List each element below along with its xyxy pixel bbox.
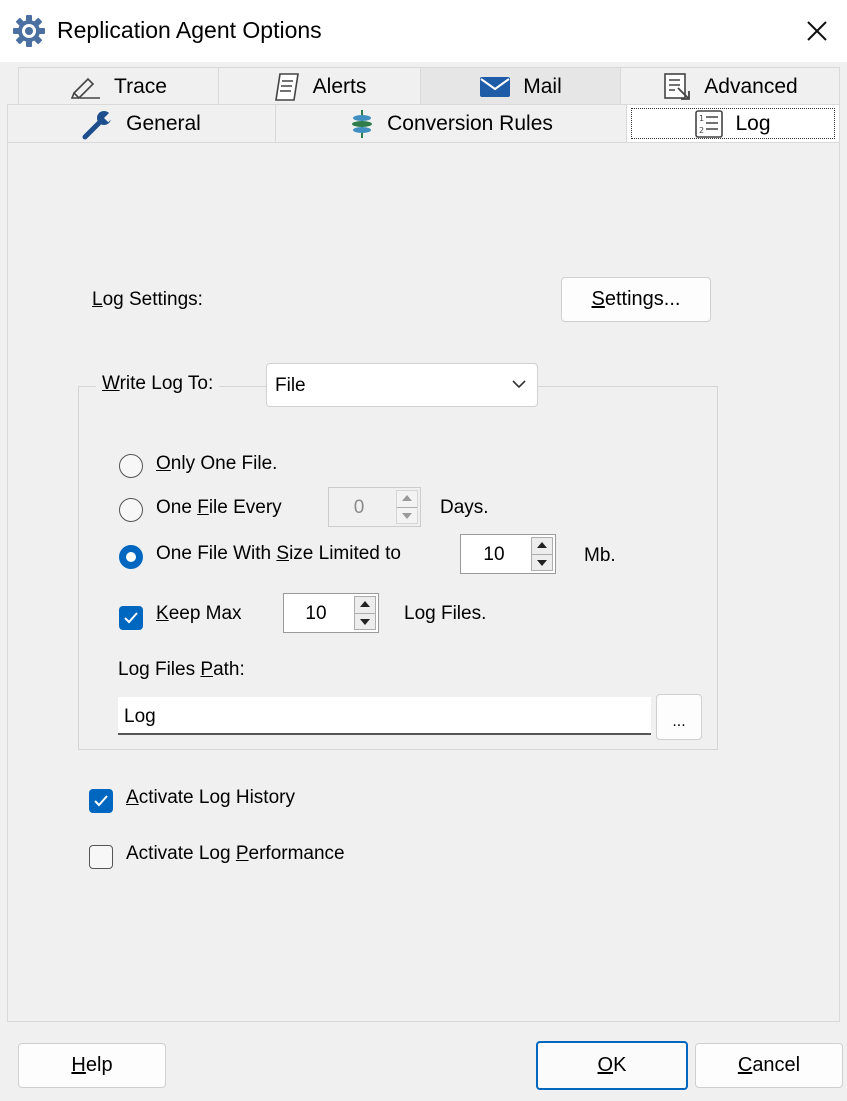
checkmark-icon — [124, 612, 138, 624]
tab-general-label: General — [126, 111, 201, 135]
days-unit-label: Days. — [440, 497, 489, 518]
tab-general[interactable]: General — [7, 104, 275, 142]
help-button[interactable]: Help — [18, 1043, 166, 1088]
log-files-path-label: Log Files Path: — [118, 659, 245, 680]
tab-alerts[interactable]: Alerts — [218, 67, 420, 105]
keep-max-spinner-arrows[interactable] — [354, 596, 376, 630]
size-unit-label: Mb. — [584, 545, 616, 566]
settings-button-label: Settings... — [591, 288, 681, 310]
gear-icon — [13, 15, 45, 47]
cancel-button-label: Cancel — [737, 1054, 801, 1076]
wrench-icon — [82, 110, 115, 139]
tab-focus-indicator — [631, 108, 835, 139]
size-limit-spinner[interactable]: 10 — [460, 534, 556, 574]
keep-max-label: Keep Max — [156, 603, 242, 624]
tab-mail-label: Mail — [523, 74, 562, 98]
one-file-every-radio[interactable] — [119, 498, 143, 522]
days-spinner-value: 0 — [353, 497, 365, 518]
only-one-file-label: Only One File. — [156, 453, 278, 474]
activate-log-performance-checkbox[interactable] — [89, 845, 113, 869]
size-limit-value: 10 — [483, 544, 505, 565]
size-limit-spinner-arrows[interactable] — [531, 537, 553, 571]
tab-conversion-rules[interactable]: Conversion Rules — [275, 104, 626, 142]
write-log-to-label: Write Log To: — [96, 373, 220, 395]
pen-icon — [70, 77, 101, 99]
size-limited-label: One File With Size Limited to — [156, 543, 402, 564]
tab-advanced-label: Advanced — [704, 74, 798, 98]
tab-row-bottom: General Conversion Rules 1 2 Log — [7, 104, 840, 142]
write-log-to-value: File — [275, 375, 306, 396]
chevron-down-icon — [512, 380, 526, 389]
tab-row-top: Trace Alerts Mail Advanced — [18, 67, 840, 105]
checkmark-icon — [94, 795, 108, 807]
days-spinner[interactable]: 0 — [328, 487, 421, 527]
tab-conversion-rules-label: Conversion Rules — [387, 111, 553, 135]
help-button-label: Help — [71, 1054, 113, 1076]
tab-alerts-label: Alerts — [312, 74, 367, 98]
settings-button[interactable]: Settings... — [561, 277, 711, 322]
envelope-icon — [480, 76, 511, 97]
close-icon — [807, 21, 827, 41]
title-bar: Replication Agent Options — [0, 0, 847, 62]
days-spinner-arrows[interactable] — [396, 490, 418, 524]
log-files-path-input[interactable]: Log — [118, 697, 651, 735]
window-title: Replication Agent Options — [57, 17, 322, 43]
log-files-path-value: Log — [124, 706, 156, 727]
write-log-to-select[interactable]: File — [266, 363, 538, 407]
one-file-every-label: One File Every — [156, 497, 282, 518]
tab-log[interactable]: 1 2 Log — [626, 104, 840, 142]
activate-log-history-label: Activate Log History — [126, 787, 295, 808]
keep-max-value: 10 — [305, 603, 327, 624]
only-one-file-radio[interactable] — [119, 454, 143, 478]
replication-agent-options-dialog: Replication Agent Options Trace Alerts M… — [0, 0, 847, 1101]
keep-max-checkbox[interactable] — [119, 606, 143, 630]
size-limited-radio[interactable] — [119, 545, 143, 569]
activate-log-performance-label: Activate Log Performance — [126, 843, 345, 864]
log-settings-label: Log Settings: — [92, 289, 203, 310]
write-log-groupbox — [78, 386, 718, 750]
activate-log-history-checkbox[interactable] — [89, 789, 113, 813]
cancel-button[interactable]: Cancel — [695, 1043, 843, 1088]
tab-trace-label: Trace — [114, 74, 167, 98]
tab-trace[interactable]: Trace — [18, 67, 218, 105]
settings-document-icon — [664, 72, 691, 100]
tab-advanced[interactable]: Advanced — [620, 67, 840, 105]
browse-path-button[interactable]: ... — [656, 694, 702, 740]
tab-mail[interactable]: Mail — [420, 67, 620, 105]
close-button[interactable] — [787, 0, 847, 62]
keep-max-spinner[interactable]: 10 — [283, 593, 379, 633]
ok-button[interactable]: OK — [536, 1041, 688, 1090]
ok-button-label: OK — [597, 1054, 627, 1076]
log-files-unit-label: Log Files. — [404, 603, 487, 624]
script-icon — [274, 72, 299, 101]
conversion-icon — [352, 109, 373, 138]
